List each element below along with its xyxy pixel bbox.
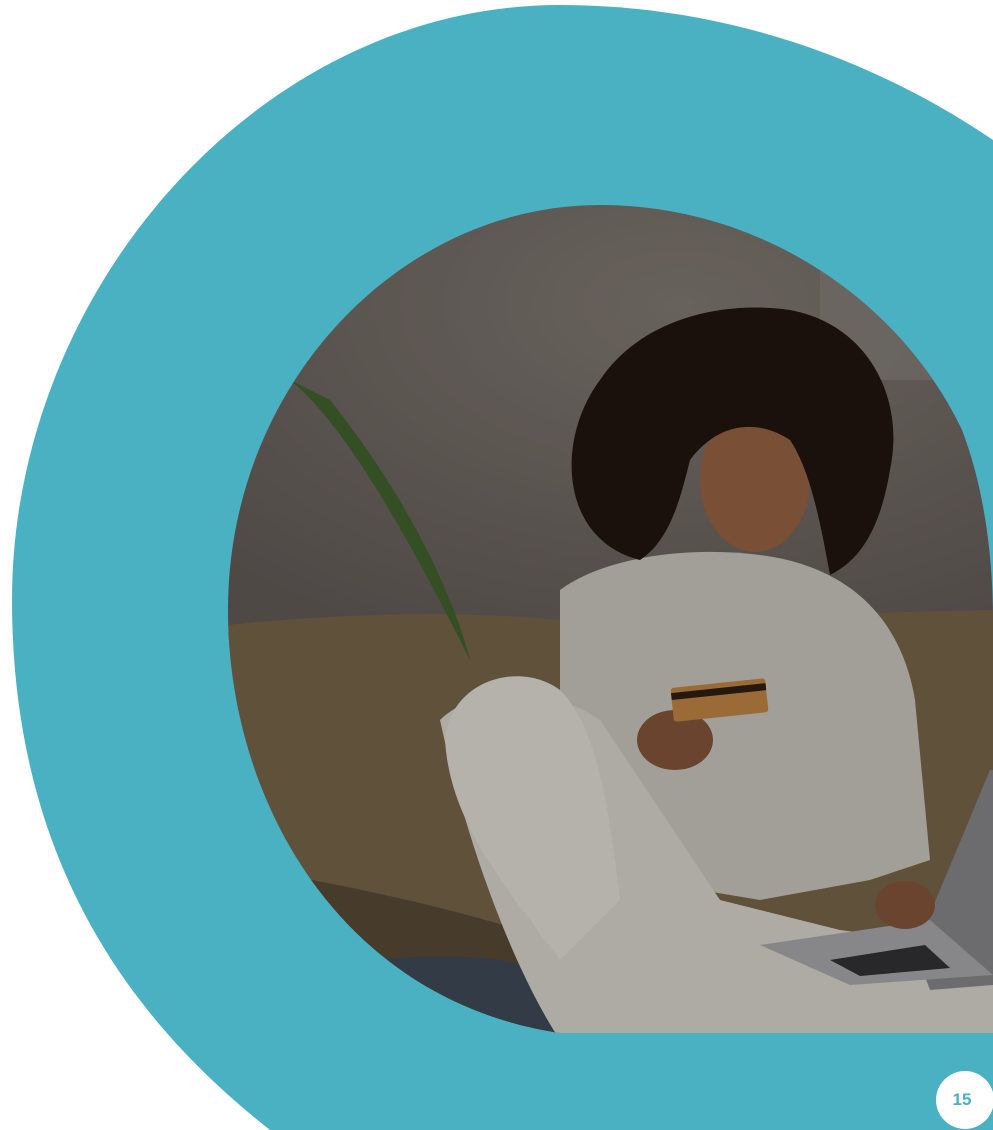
brochure-page: 15: [0, 0, 993, 1130]
page-number: 15: [952, 1090, 972, 1109]
page-number-badge: 15: [936, 1071, 993, 1129]
photo-content: [228, 205, 993, 1033]
photo-dim-overlay: [228, 205, 993, 1033]
hero-photo: [228, 205, 993, 1033]
